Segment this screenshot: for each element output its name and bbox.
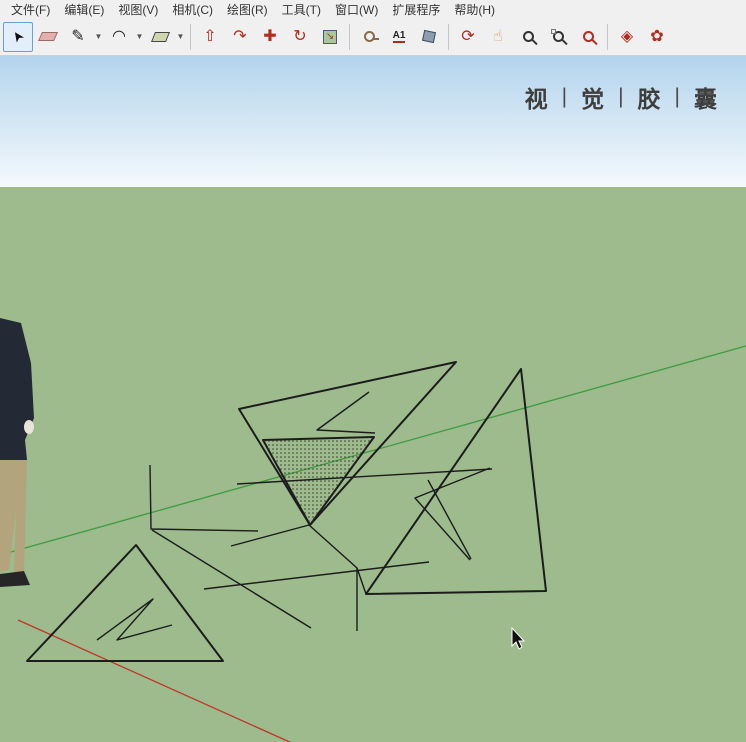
pan-hand-icon: ☝ (493, 27, 503, 45)
parallelogram-icon (150, 31, 170, 42)
pan-tool-button[interactable]: ☝ (483, 22, 513, 52)
toolbar-separator (607, 23, 608, 50)
text-tool-button[interactable]: A1 (384, 22, 414, 52)
rotate-tool-button[interactable]: ↻ (285, 22, 315, 52)
red-axis (17, 619, 292, 742)
menu-draw[interactable]: 绘图(R) (220, 0, 275, 19)
menu-camera[interactable]: 相机(C) (165, 0, 220, 19)
menu-edit[interactable]: 编辑(E) (57, 0, 111, 19)
shape-tool-combo: ▼ (145, 22, 186, 52)
line-tool-combo: ✎ ▼ (63, 22, 104, 52)
toolbar: ➤ ✎ ▼ ◠ ▼ ▼ ⇧ ↷ ✚ ↻ ↘ A1 ⟳ ☝ ◈ ✿ (0, 18, 746, 56)
arc-tool-combo: ◠ ▼ (104, 22, 145, 52)
zoom-window-tool-button[interactable] (543, 22, 573, 52)
arc-tool-dropdown[interactable]: ▼ (134, 22, 145, 52)
eraser-icon (37, 32, 59, 41)
zoom-extents-tool-button[interactable] (573, 22, 603, 52)
figure-shoes (0, 571, 30, 587)
orbit-tool-button[interactable]: ⟳ (453, 22, 483, 52)
select-tool-button[interactable]: ➤ (3, 21, 33, 52)
orbit-icon: ⟳ (461, 27, 475, 45)
paint-bucket-icon (421, 29, 437, 44)
follow-me-icon: ↷ (233, 27, 247, 45)
line-tool-dropdown[interactable]: ▼ (93, 22, 104, 52)
swirl-icon: ✿ (650, 27, 664, 45)
figure-hand (24, 420, 34, 434)
scale-tool-button[interactable]: ↘ (315, 22, 345, 52)
push-pull-icon: ⇧ (203, 27, 217, 45)
eraser-tool-button[interactable] (33, 22, 63, 52)
toolbar-separator (349, 23, 350, 50)
figure-pants (0, 460, 27, 573)
shape-tool-button[interactable] (145, 22, 175, 52)
menu-view[interactable]: 视图(V) (111, 0, 165, 19)
select-arrow-icon: ➤ (7, 27, 28, 47)
model-scene (0, 318, 746, 742)
extra-tool-2-button[interactable]: ✿ (642, 22, 672, 52)
zoom-icon (522, 31, 534, 42)
edge-line[interactable] (316, 391, 376, 434)
triangle-face-bottom-left[interactable] (26, 544, 224, 662)
menu-window[interactable]: 窗口(W) (328, 0, 385, 19)
line-tool-button[interactable]: ✎ (63, 22, 93, 52)
pencil-icon: ✎ (71, 27, 85, 45)
edge-line[interactable] (414, 467, 491, 561)
menu-file[interactable]: 文件(F) (4, 0, 57, 19)
scale-icon: ↘ (323, 29, 337, 44)
edge-line[interactable] (96, 598, 173, 641)
tape-measure-icon (363, 31, 379, 42)
diamond-icon: ◈ (620, 27, 634, 45)
edge-line[interactable] (230, 524, 310, 547)
arc-tool-button[interactable]: ◠ (104, 22, 134, 52)
zoom-window-icon (550, 29, 564, 42)
figure-shirt (0, 318, 34, 465)
push-pull-tool-button[interactable]: ⇧ (195, 22, 225, 52)
green-axis (0, 345, 746, 556)
sketchup-window: 文件(F) 编辑(E) 视图(V) 相机(C) 绘图(R) 工具(T) 窗口(W… (0, 0, 746, 742)
menu-help[interactable]: 帮助(H) (447, 0, 502, 19)
viewport-3d[interactable]: 视 | 觉 | 胶 | 囊 (0, 56, 746, 742)
toolbar-separator (448, 23, 449, 50)
toolbar-separator (190, 23, 191, 50)
move-tool-button[interactable]: ✚ (255, 22, 285, 52)
edge-line[interactable] (203, 561, 430, 590)
tape-measure-tool-button[interactable] (354, 22, 384, 52)
shape-tool-dropdown[interactable]: ▼ (175, 22, 186, 52)
menu-bar: 文件(F) 编辑(E) 视图(V) 相机(C) 绘图(R) 工具(T) 窗口(W… (0, 0, 746, 18)
move-icon: ✚ (263, 27, 277, 45)
zoom-tool-button[interactable] (513, 22, 543, 52)
arc-icon: ◠ (112, 27, 126, 45)
paint-bucket-tool-button[interactable] (414, 22, 444, 52)
text-tool-icon: A1 (392, 30, 406, 43)
rotate-icon: ↻ (293, 27, 307, 45)
extra-tool-1-button[interactable]: ◈ (612, 22, 642, 52)
menu-extensions[interactable]: 扩展程序 (385, 0, 447, 19)
follow-me-tool-button[interactable]: ↷ (225, 22, 255, 52)
mouse-cursor (511, 626, 526, 650)
menu-tools[interactable]: 工具(T) (275, 0, 328, 19)
zoom-extents-icon (582, 31, 594, 42)
